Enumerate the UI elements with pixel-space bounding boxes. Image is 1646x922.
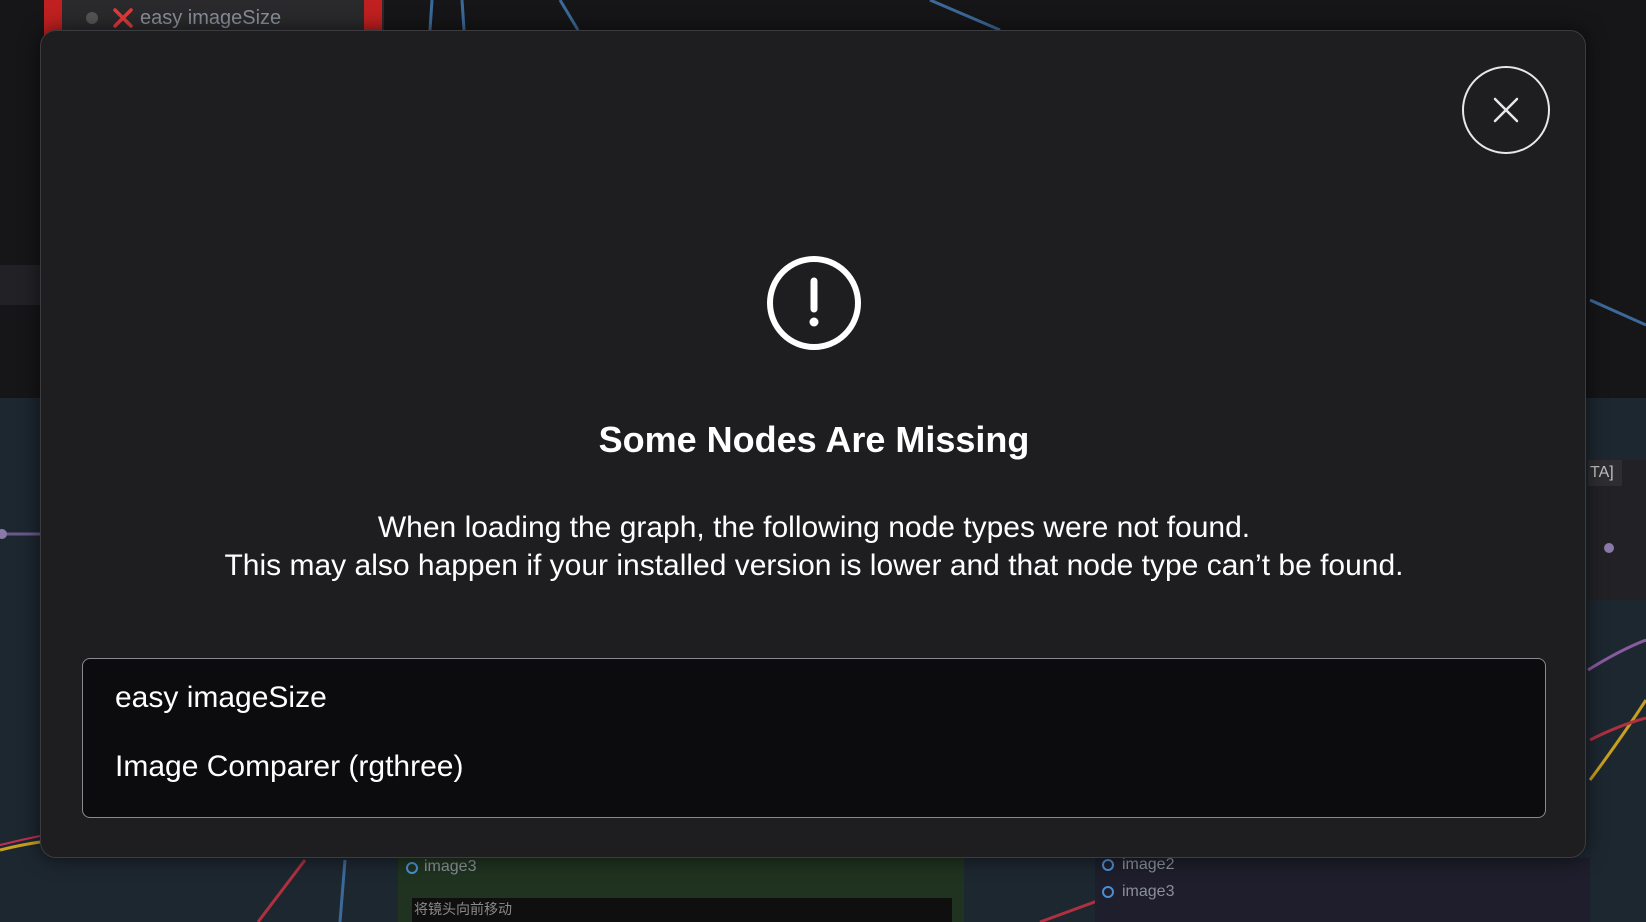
dialog-description: When loading the graph, the following no… [41, 509, 1587, 585]
description-line-2: This may also happen if your installed v… [224, 549, 1404, 582]
background-slot-image3-left: image3 [424, 858, 477, 875]
exclamation-circle-icon [767, 256, 861, 350]
missing-node-item: Image Comparer (rgthree) [115, 750, 464, 783]
close-button[interactable] [1462, 66, 1550, 154]
background-slot-image3-right: image3 [1122, 883, 1175, 900]
background-partial-label: TA] [1590, 464, 1614, 481]
missing-nodes-list: easy imageSize Image Comparer (rgthree) [82, 658, 1546, 818]
background-text-field: 将镜头向前移动 [414, 901, 512, 917]
background-slot-image2: image2 [1122, 856, 1175, 873]
background-node-title: easy imageSize [140, 6, 282, 29]
background-node-easy-imagesize: easy imageSize [86, 4, 281, 32]
close-x-icon [1493, 97, 1519, 123]
missing-nodes-dialog: Some Nodes Are Missing When loading the … [40, 30, 1586, 858]
status-dot-icon [86, 12, 98, 24]
error-x-icon [113, 8, 133, 28]
description-line-1: When loading the graph, the following no… [377, 511, 1251, 544]
missing-node-item: easy imageSize [115, 681, 327, 714]
dialog-title: Some Nodes Are Missing [598, 419, 1030, 460]
